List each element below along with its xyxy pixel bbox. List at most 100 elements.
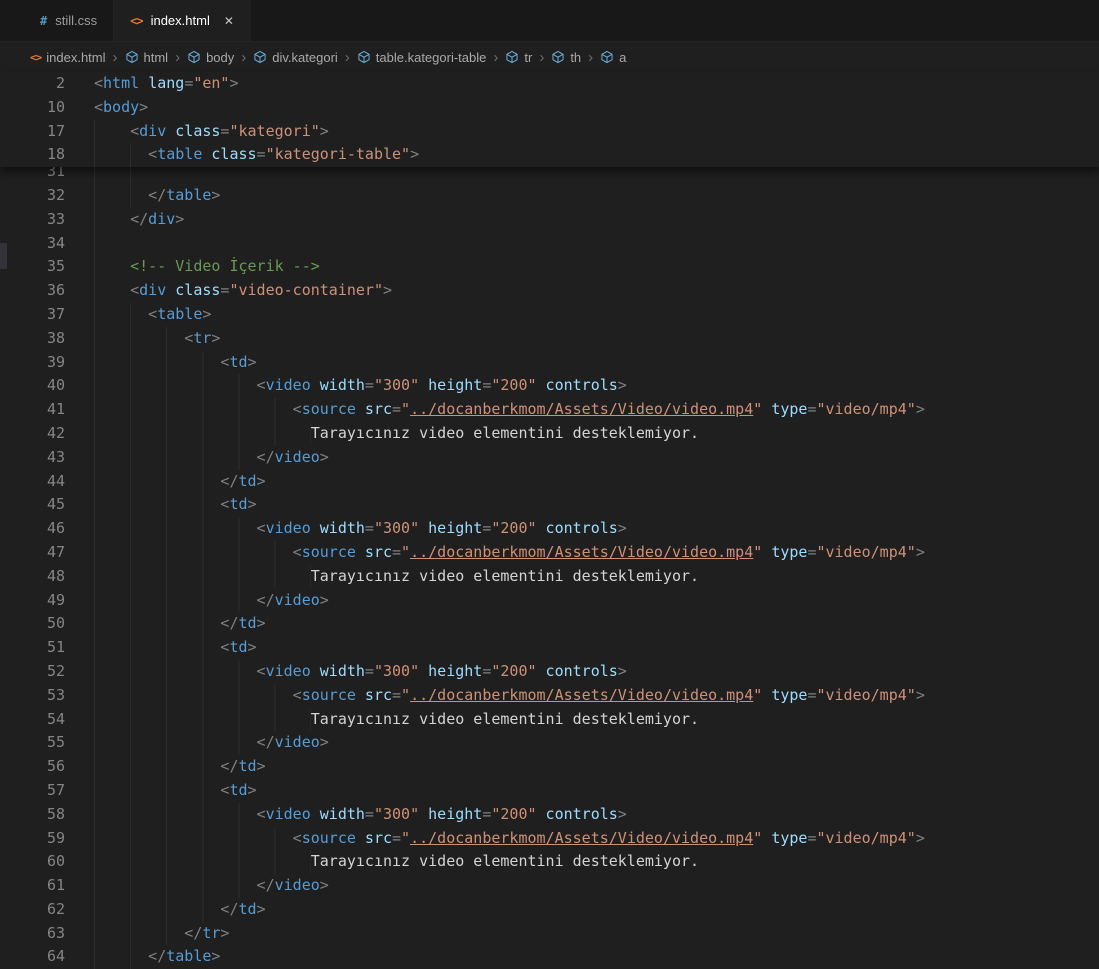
breadcrumb-item-a[interactable]: a [600,50,626,65]
line-number[interactable]: 37 [0,303,94,327]
line-number[interactable]: 62 [0,898,94,922]
line-number[interactable]: 52 [0,660,94,684]
code-token: > [319,121,329,140]
breadcrumb-item-div-kategori[interactable]: div.kategori [253,50,338,65]
sticky-line-17[interactable]: 17 <div class="kategori"> [0,119,1099,144]
code-line-64[interactable]: 64 </table> [0,945,1099,969]
code-line-53[interactable]: 53 <source src="../docanberkmom/Assets/Vi… [0,683,1099,708]
line-number[interactable]: 51 [0,636,94,660]
line-number[interactable]: 17 [0,120,94,144]
code-line-61[interactable]: 61 </video> [0,874,1099,898]
line-number[interactable]: 61 [0,874,94,898]
code-line-42[interactable]: 42 Tarayıcınız video elementini desteklem… [0,421,1099,446]
sticky-line-18[interactable]: 18 <table class="kategori-table"> [0,143,1099,168]
breadcrumb-item-th[interactable]: th [551,50,581,65]
code-line-60[interactable]: 60 Tarayıcınız video elementini desteklem… [0,850,1099,875]
line-number[interactable]: 10 [0,96,94,120]
code-line-48[interactable]: 48 Tarayıcınız video elementini desteklem… [0,564,1099,589]
file-path-link[interactable]: ../docanberkmom/Assets/Video/video.mp4 [410,686,753,704]
breadcrumb-item-html[interactable]: html [125,50,168,65]
code-line-50[interactable]: 50 </td> [0,612,1099,637]
breadcrumb-item-index-html[interactable]: <> index.html [30,50,106,65]
line-number[interactable]: 46 [0,517,94,541]
line-number[interactable]: 36 [0,279,94,303]
code-line-52[interactable]: 52 <video width="300" height="200" contro… [0,659,1099,684]
line-number[interactable]: 45 [0,493,94,517]
code-line-43[interactable]: 43 </video> [0,445,1099,470]
code-line-35[interactable]: 35 <!-- Video İçerik --> [0,255,1099,280]
line-number[interactable]: 47 [0,541,94,565]
code-line-40[interactable]: 40 <video width="300" height="200" contro… [0,374,1099,399]
line-number[interactable]: 44 [0,470,94,494]
line-number[interactable]: 50 [0,612,94,636]
code-line-44[interactable]: 44 </td> [0,469,1099,494]
line-number[interactable]: 58 [0,803,94,827]
vscode-window: # still.css <> index.html ✕ <> index.html… [0,0,1099,969]
line-number[interactable]: 33 [0,208,94,232]
indent-guides [94,167,167,184]
indent-guides [94,143,149,168]
line-number[interactable]: 35 [0,255,94,279]
line-number[interactable]: 53 [0,684,94,708]
line-number[interactable]: 39 [0,351,94,375]
file-path-link[interactable]: ../docanberkmom/Assets/Video/video.mp4 [410,543,753,561]
code-line-55[interactable]: 55 </video> [0,731,1099,756]
line-number[interactable]: 63 [0,922,94,946]
code-line-39[interactable]: 39 <td> [0,350,1099,375]
code-line-31[interactable]: 31 [0,167,1099,184]
tab-still-css[interactable]: # still.css [24,0,115,41]
code-line-47[interactable]: 47 <source src="../docanberkmom/Assets/Vi… [0,540,1099,565]
editor[interactable]: 2 <html lang="en"> 10 <body> 17 <div class="k… [0,72,1099,969]
line-number[interactable]: 48 [0,565,94,589]
line-number[interactable]: 40 [0,374,94,398]
line-number[interactable]: 60 [0,850,94,874]
line-number[interactable]: 49 [0,589,94,613]
code-token: source [301,400,356,419]
sticky-line-10[interactable]: 10 <body> [0,96,1099,120]
sticky-line-2[interactable]: 2 <html lang="en"> [0,72,1099,96]
code-line-41[interactable]: 41 <source src="../docanberkmom/Assets/Vi… [0,398,1099,422]
breadcrumb-item-body[interactable]: body [187,50,234,65]
code-line-49[interactable]: 49 </video> [0,588,1099,613]
line-number[interactable]: 34 [0,232,94,256]
line-number[interactable]: 57 [0,779,94,803]
indent-guides [94,874,257,898]
code-line-56[interactable]: 56 </td> [0,755,1099,779]
code-line-59[interactable]: 59 <source src="../docanberkmom/Assets/Vi… [0,826,1099,851]
line-number[interactable]: 38 [0,327,94,351]
line-number[interactable]: 41 [0,398,94,422]
code-line-45[interactable]: 45 <td> [0,493,1099,518]
code-line-58[interactable]: 58 <video width="300" height="200" contro… [0,802,1099,827]
code-line-33[interactable]: 33 </div> [0,207,1099,232]
code-line-51[interactable]: 51 <td> [0,636,1099,660]
line-text: </table> [94,183,220,208]
tab-index-html[interactable]: <> index.html ✕ [114,0,251,41]
line-number[interactable]: 18 [0,143,94,167]
code-line-57[interactable]: 57 <td> [0,778,1099,803]
code-line-54[interactable]: 54 Tarayıcınız video elementini desteklem… [0,707,1099,732]
code-line-46[interactable]: 46 <video width="300" height="200" contro… [0,517,1099,541]
code-line-63[interactable]: 63 </tr> [0,921,1099,946]
line-number[interactable]: 42 [0,422,94,446]
code-line-37[interactable]: 37 <table> [0,302,1099,327]
code-line-38[interactable]: 38 <tr> [0,326,1099,351]
code-line-32[interactable]: 32 </table> [0,183,1099,208]
line-number[interactable]: 56 [0,755,94,779]
breadcrumb-item-table-kategori-table[interactable]: table.kategori-table [357,50,486,65]
line-number[interactable]: 2 [0,72,94,96]
line-number[interactable]: 64 [0,945,94,969]
line-number[interactable]: 32 [0,184,94,208]
breadcrumb-item-tr[interactable]: tr [505,50,532,65]
line-number[interactable]: 54 [0,708,94,732]
file-path-link[interactable]: ../docanberkmom/Assets/Video/video.mp4 [410,400,753,418]
file-path-link[interactable]: ../docanberkmom/Assets/Video/video.mp4 [410,829,753,847]
close-icon[interactable]: ✕ [224,14,234,28]
code-line-36[interactable]: 36 <div class="video-container"> [0,279,1099,303]
line-number[interactable]: 59 [0,827,94,851]
line-number[interactable]: 43 [0,446,94,470]
line-number[interactable]: 31 [0,167,94,184]
code-line-34[interactable]: 34 [0,231,1099,256]
line-number[interactable]: 55 [0,731,94,755]
code-line-62[interactable]: 62 </td> [0,897,1099,922]
code-area[interactable]: 31 32 </table> 33 </div> 34 35 <!-- Video İçeri… [0,167,1099,969]
